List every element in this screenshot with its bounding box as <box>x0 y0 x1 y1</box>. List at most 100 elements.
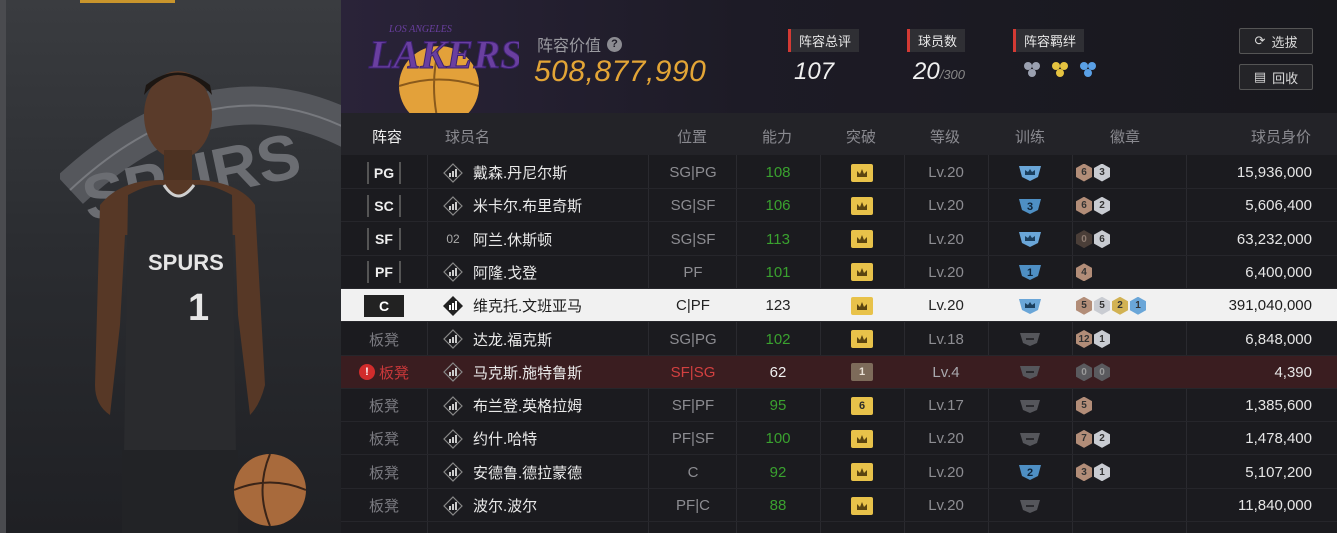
player-count-max: /300 <box>939 67 966 82</box>
slot-cell[interactable]: PG <box>341 156 427 189</box>
slot-cell[interactable]: 板凳 <box>341 323 427 356</box>
player-level: Lv.20 <box>928 463 964 481</box>
col-badges[interactable]: 徽章 <box>1110 126 1140 147</box>
chemistry-icons[interactable] <box>1021 60 1099 80</box>
training-locked-icon <box>1017 362 1043 382</box>
bond-group-gold-icon[interactable] <box>1049 60 1071 80</box>
player-name-cell[interactable]: 米卡尔.布里奇斯 <box>443 189 648 222</box>
table-row[interactable]: PF 阿隆.戈登 PF 101 Lv.20 1 4 6,400,000 <box>341 256 1337 289</box>
table-row[interactable]: SC 米卡尔.布里奇斯 SG|SF 106 Lv.20 3 6 2 5,606,400 <box>341 189 1337 223</box>
slot-cell[interactable]: ! 板凳 <box>341 356 427 389</box>
player-ability: 106 <box>765 197 791 215</box>
badges-cell[interactable]: 31 <box>1076 456 1110 489</box>
training-cell[interactable] <box>988 389 1072 422</box>
player-level: Lv.20 <box>928 430 964 448</box>
training-cell[interactable] <box>988 323 1072 356</box>
position-slot-badge: SF <box>367 228 401 251</box>
table-row[interactable]: 板凳 安德鲁.德拉蒙德 C 92 Lv.20 2 3 1 5,107,200 <box>341 456 1337 489</box>
table-row[interactable]: C 维克托.文班亚马 C|PF 123 Lv.20 5 5 2 1 391,040,000 <box>341 289 1337 323</box>
player-price: 11,840,000 <box>1238 497 1312 514</box>
slot-cell[interactable]: 板凳 <box>341 456 427 489</box>
training-cell[interactable]: 3 <box>988 189 1072 222</box>
badges-cell[interactable]: 12 1 <box>1076 323 1110 356</box>
player-name-cell[interactable]: 维克托.文班亚马 <box>443 289 648 322</box>
training-cell[interactable]: 2 <box>988 456 1072 489</box>
slot-cell[interactable]: SC <box>341 189 427 222</box>
training-cell[interactable] <box>988 223 1072 256</box>
badges-cell[interactable]: 5 <box>1076 389 1092 422</box>
player-name: 阿隆.戈登 <box>473 264 538 282</box>
col-training[interactable]: 训练 <box>1015 126 1045 147</box>
player-name-cell[interactable]: 马克斯.施特鲁斯 <box>443 356 648 389</box>
table-row[interactable]: SF 02 阿兰.休斯顿 SG|SF 113 Lv.20 0 6 63,232,000 <box>341 223 1337 256</box>
breakthrough-cell[interactable] <box>820 422 904 455</box>
training-cell[interactable] <box>988 422 1072 455</box>
player-name-cell[interactable]: 布兰登.英格拉姆 <box>443 389 648 422</box>
badges-cell[interactable]: 06 <box>1076 223 1110 256</box>
table-row[interactable]: ! 板凳 马克斯.施特鲁斯 SF|SG 62 1 Lv.4 0 0 4,390 <box>341 355 1337 389</box>
col-player-name[interactable]: 球员名 <box>445 126 490 147</box>
table-row[interactable]: PG 戴森.丹尼尔斯 SG|PG 108 Lv.20 6 3 15,936,000 <box>341 156 1337 189</box>
slot-cell[interactable]: 板凳 <box>341 389 427 422</box>
bond-group-blue-icon[interactable] <box>1077 60 1099 80</box>
col-ability[interactable]: 能力 <box>762 126 792 147</box>
training-cell[interactable]: 1 <box>988 256 1072 289</box>
col-position[interactable]: 位置 <box>677 126 707 147</box>
training-cell[interactable] <box>988 289 1072 322</box>
bond-group-gray-icon[interactable] <box>1021 60 1043 80</box>
slot-cell[interactable]: C <box>341 289 427 322</box>
player-name-cell[interactable]: 约什.哈特 <box>443 422 648 455</box>
badges-cell[interactable]: 5521 <box>1076 289 1146 322</box>
breakthrough-cell[interactable] <box>820 489 904 522</box>
player-name: 米卡尔.布里奇斯 <box>473 198 583 216</box>
col-breakthrough[interactable]: 突破 <box>846 126 876 147</box>
breakthrough-cell[interactable] <box>820 289 904 322</box>
slot-cell[interactable]: SF <box>341 223 427 256</box>
training-locked-icon <box>1017 429 1043 449</box>
table-row[interactable]: 板凳 布兰登.英格拉姆 SF|PF 95 6 Lv.17 5 1,385,600 <box>341 389 1337 423</box>
badges-cell[interactable]: 63 <box>1076 156 1110 189</box>
breakthrough-cell[interactable]: 6 <box>820 389 904 422</box>
col-price[interactable]: 球员身价 <box>1251 126 1311 147</box>
svg-text:1: 1 <box>188 287 209 329</box>
badge-medal-icon: 6 <box>1076 196 1092 215</box>
breakthrough-cell[interactable] <box>820 189 904 222</box>
draft-button[interactable]: ⟳ 选拔 <box>1239 28 1313 54</box>
badges-cell[interactable]: 72 <box>1076 422 1110 455</box>
badges-cell[interactable]: 00 <box>1076 356 1110 389</box>
badges-cell[interactable]: 4 <box>1076 256 1092 289</box>
lakers-logo: LAKERS LOS ANGELES <box>368 24 519 113</box>
col-lineup[interactable]: 阵容 <box>372 126 402 147</box>
breakthrough-cell[interactable] <box>820 256 904 289</box>
breakthrough-cell[interactable] <box>820 156 904 189</box>
table-row[interactable]: 板凳 约什.哈特 PF|SF 100 Lv.20 7 2 1,478,400 <box>341 422 1337 456</box>
training-cell[interactable] <box>988 489 1072 522</box>
player-name-cell[interactable]: 安德鲁.德拉蒙德 <box>443 456 648 489</box>
table-row[interactable]: 板凳 波尔.波尔 PF|C 88 Lv.20 11,840,000 <box>341 489 1337 522</box>
breakthrough-cell[interactable]: 1 <box>820 356 904 389</box>
player-name-cell[interactable]: 波尔.波尔 <box>443 489 648 522</box>
player-name-cell[interactable]: 阿隆.戈登 <box>443 256 648 289</box>
bench-label: 板凳 <box>368 431 399 449</box>
breakthrough-cell[interactable] <box>820 323 904 356</box>
badge-medal-icon: 12 <box>1076 330 1092 348</box>
player-name-cell[interactable]: 02 阿兰.休斯顿 <box>443 223 648 256</box>
training-cell[interactable] <box>988 156 1072 189</box>
slot-cell[interactable]: PF <box>341 256 427 289</box>
recycle-button[interactable]: ▤ 回收 <box>1239 64 1313 90</box>
breakthrough-cell[interactable] <box>820 456 904 489</box>
slot-cell[interactable]: 板凳 <box>341 422 427 455</box>
player-name-cell[interactable]: 戴森.丹尼尔斯 <box>443 156 648 189</box>
overall-rating-number: 107 <box>794 58 835 85</box>
training-cell[interactable] <box>988 356 1072 389</box>
bench-label: 板凳 <box>368 498 399 515</box>
help-icon[interactable]: ? <box>607 36 623 52</box>
table-row[interactable]: 板凳 达龙.福克斯 SG|PG 102 Lv.18 12 1 6,848,000 <box>341 323 1337 356</box>
training-badge-icon <box>1017 229 1043 249</box>
player-name-cell[interactable]: 达龙.福克斯 <box>443 323 648 356</box>
badges-cell[interactable]: 62 <box>1076 189 1110 222</box>
slot-cell[interactable]: 板凳 <box>341 489 427 522</box>
col-level[interactable]: 等级 <box>930 126 960 147</box>
breakthrough-cell[interactable] <box>820 223 904 256</box>
breakthrough-level-badge: 1 <box>851 363 873 382</box>
